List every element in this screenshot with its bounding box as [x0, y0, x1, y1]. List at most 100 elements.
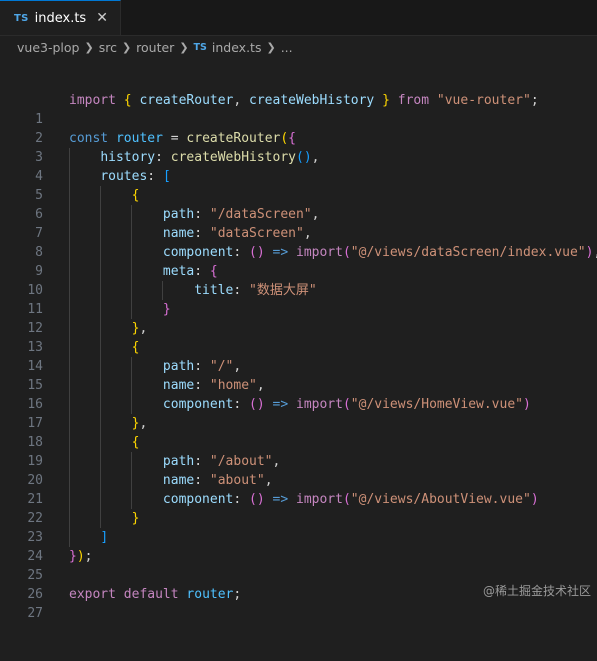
watermark: @稀土掘金技术社区: [482, 584, 591, 598]
token-keyword: from: [397, 93, 430, 108]
code-line[interactable]: 8 name: "dataScreen",: [0, 224, 597, 260]
line-content: export default router;: [69, 587, 242, 602]
code-line[interactable]: 4 history: createWebHistory(),: [0, 148, 597, 184]
tab-bar: TS index.ts ✕: [0, 0, 597, 36]
code-line[interactable]: 10 meta: {: [0, 262, 597, 298]
token-string: "about": [209, 473, 265, 488]
token-property: component: [162, 492, 234, 507]
line-number: 27: [27, 606, 43, 621]
close-icon[interactable]: ✕: [96, 10, 108, 26]
token-function: createRouter: [186, 131, 281, 146]
line-content: {: [131, 435, 140, 450]
token-string: "/about": [209, 454, 273, 469]
token-property: path: [162, 207, 195, 222]
code-line[interactable]: 9 component: () => import("@/views/dataS…: [0, 243, 597, 279]
token-identifier: router: [186, 587, 234, 602]
code-line[interactable]: 15 path: "/",: [0, 357, 597, 393]
code-line[interactable]: 17 component: () => import("@/views/Home…: [0, 395, 597, 431]
code-line[interactable]: 18 },: [0, 414, 597, 450]
code-line[interactable]: 24 ]: [0, 528, 597, 564]
token-property: component: [162, 245, 234, 260]
token-property: name: [162, 378, 195, 393]
code-line[interactable]: 1 import { createRouter, createWebHistor…: [0, 91, 597, 127]
token-identifier: createRouter: [139, 93, 234, 108]
code-line[interactable]: 2: [0, 110, 597, 146]
typescript-file-icon: TS: [193, 41, 207, 53]
breadcrumb-item-file[interactable]: index.ts: [212, 40, 262, 55]
breadcrumb-item-router[interactable]: router: [136, 40, 174, 55]
code-line[interactable]: 11 title: "数据大屏": [0, 281, 597, 317]
code-line[interactable]: 6 {: [0, 186, 597, 222]
line-content: },: [131, 321, 148, 336]
token-property: name: [162, 473, 195, 488]
code-line[interactable]: 5 routes: [: [0, 167, 597, 203]
token-property: title: [194, 283, 234, 298]
token-property: component: [162, 397, 234, 412]
code-line[interactable]: 19 {: [0, 433, 597, 469]
code-line[interactable]: 22 component: () => import("@/views/Abou…: [0, 490, 597, 526]
token-identifier: createWebHistory: [249, 93, 375, 108]
token-string: "/dataScreen": [209, 207, 312, 222]
code-line[interactable]: 7 path: "/dataScreen",: [0, 205, 597, 241]
token-string: "/": [209, 359, 234, 374]
token-string: "home": [209, 378, 257, 393]
chevron-right-icon: ❯: [179, 40, 189, 54]
token-keyword: import: [296, 492, 343, 507]
line-content: meta: {: [162, 264, 218, 279]
line-content: component: () => import("@/views/AboutVi…: [162, 492, 539, 507]
token-keyword: export: [69, 587, 116, 602]
code-line[interactable]: 23 }: [0, 509, 597, 545]
token-keyword: import: [296, 397, 343, 412]
token-property: meta: [162, 264, 195, 279]
line-content: },: [131, 416, 148, 431]
code-line[interactable]: 13 },: [0, 319, 597, 355]
token-keyword: import: [69, 93, 116, 108]
tab-label: index.ts: [34, 10, 87, 26]
token-string: "@/views/AboutView.vue": [350, 492, 531, 507]
line-content: }: [162, 302, 171, 317]
token-string: "@/views/HomeView.vue": [350, 397, 523, 412]
token-string: "vue-router": [436, 93, 531, 108]
code-line[interactable]: 3 const router = createRouter({: [0, 129, 597, 165]
token-string: "@/views/dataScreen/index.vue": [350, 245, 586, 260]
line-content: name: "home",: [162, 378, 265, 393]
token-function: createWebHistory: [170, 150, 296, 165]
line-content: path: "/",: [162, 359, 242, 374]
line-content: name: "about",: [162, 473, 273, 488]
code-line[interactable]: 14 {: [0, 338, 597, 374]
chevron-right-icon: ❯: [84, 40, 94, 54]
breadcrumb-more[interactable]: ...: [281, 40, 293, 55]
typescript-file-icon: TS: [14, 12, 29, 24]
line-content: path: "/dataScreen",: [162, 207, 320, 222]
chevron-right-icon: ❯: [121, 40, 132, 54]
token-identifier: router: [115, 131, 163, 146]
code-line[interactable]: 12 }: [0, 300, 597, 336]
line-content: {: [131, 340, 140, 355]
token-keyword: default: [123, 587, 179, 602]
code-line[interactable]: 20 path: "/about",: [0, 452, 597, 488]
line-content: path: "/about",: [162, 454, 281, 469]
code-line[interactable]: 25 });: [0, 547, 597, 583]
token-property: path: [162, 454, 195, 469]
token-property: path: [162, 359, 195, 374]
line-content: component: () => import("@/views/HomeVie…: [162, 397, 531, 412]
editor-tab-index-ts[interactable]: TS index.ts ✕: [0, 0, 121, 35]
token-property: history: [100, 150, 156, 165]
line-content: title: "数据大屏": [194, 283, 317, 298]
token-string: "dataScreen": [209, 226, 304, 241]
line-content: routes: [: [100, 169, 171, 184]
line-content: component: () => import("@/views/dataScr…: [162, 245, 597, 260]
token-keyword: const: [69, 131, 109, 146]
breadcrumb-item-src[interactable]: src: [99, 40, 117, 55]
token-property: name: [162, 226, 195, 241]
code-line[interactable]: 16 name: "home",: [0, 376, 597, 412]
breadcrumb-item-vue3-plop[interactable]: vue3-plop: [17, 40, 79, 55]
chevron-right-icon: ❯: [266, 40, 276, 54]
token-string: "数据大屏": [249, 283, 317, 298]
line-content: name: "dataScreen",: [162, 226, 312, 241]
line-content: }: [131, 511, 140, 526]
code-line[interactable]: 21 name: "about",: [0, 471, 597, 507]
code-editor[interactable]: 1 import { createRouter, createWebHistor…: [0, 91, 597, 621]
line-content: });: [69, 549, 93, 564]
line-content: import { createRouter, createWebHistory …: [69, 93, 539, 108]
